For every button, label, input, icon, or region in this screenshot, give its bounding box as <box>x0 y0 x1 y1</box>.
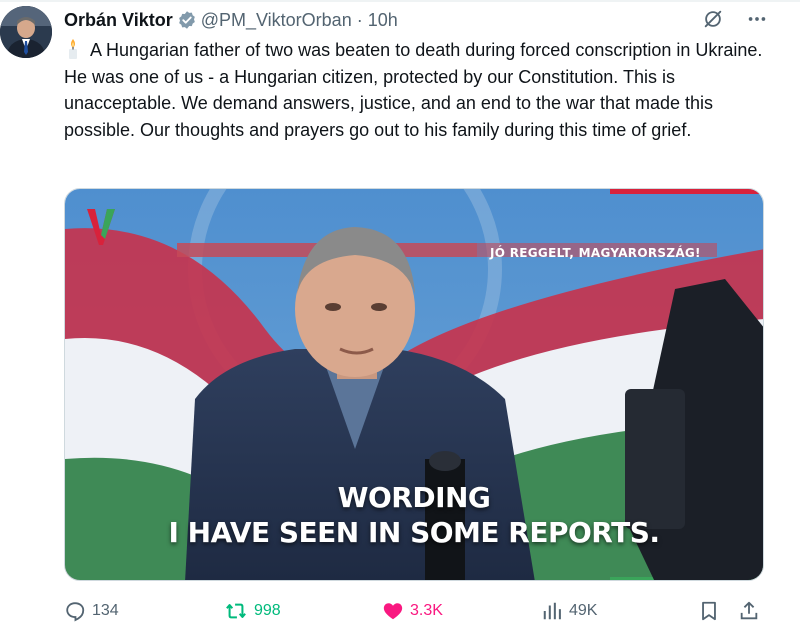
views-button[interactable]: 49K <box>541 597 597 625</box>
share-button[interactable] <box>738 597 766 625</box>
tweet-header-actions <box>702 8 768 30</box>
views-count: 49K <box>569 602 598 619</box>
tweet-text: A Hungarian father of two was beaten to … <box>64 37 774 143</box>
analytics-icon <box>541 600 569 622</box>
tweet-header: Orbán Viktor @PM_ViktorOrban · 10h <box>64 8 398 32</box>
avatar[interactable] <box>0 6 52 58</box>
share-icon <box>738 600 766 622</box>
video-caption-line-1: WORDING <box>337 481 491 514</box>
heart-filled-icon <box>382 600 410 622</box>
like-button[interactable]: 3.3K <box>382 597 443 625</box>
video-caption-line-2: I HAVE SEEN IN SOME REPORTS. <box>168 516 660 549</box>
reply-icon <box>64 600 92 622</box>
repost-icon <box>224 600 254 622</box>
avatar-image <box>0 6 52 58</box>
video-banner-text: JÓ REGGELT, MAGYARORSZÁG! <box>490 246 701 260</box>
repost-count: 998 <box>254 602 281 619</box>
candle-emoji-icon <box>64 38 82 60</box>
repost-button[interactable]: 998 <box>224 597 281 625</box>
like-count: 3.3K <box>410 602 443 619</box>
bookmark-icon <box>698 600 726 622</box>
tweet-action-bar: 134 998 3.3K 49K <box>64 597 774 625</box>
timeline-divider <box>0 0 800 2</box>
reply-button[interactable]: 134 <box>64 597 119 625</box>
tweet-body: A Hungarian father of two was beaten to … <box>64 40 763 140</box>
bookmark-button[interactable] <box>698 597 726 625</box>
author-handle[interactable]: @PM_ViktorOrban <box>201 10 352 31</box>
grok-icon[interactable] <box>702 8 724 30</box>
more-options-icon[interactable] <box>746 8 768 30</box>
reply-count: 134 <box>92 602 119 619</box>
author-name[interactable]: Orbán Viktor <box>64 10 173 31</box>
video-thumbnail[interactable]: JÓ REGGELT, MAGYARORSZÁG! WORDING I HAVE… <box>64 188 764 581</box>
header-separator: · <box>356 9 363 30</box>
tweet-timestamp[interactable]: 10h <box>368 10 398 31</box>
verified-badge-icon <box>177 10 197 30</box>
